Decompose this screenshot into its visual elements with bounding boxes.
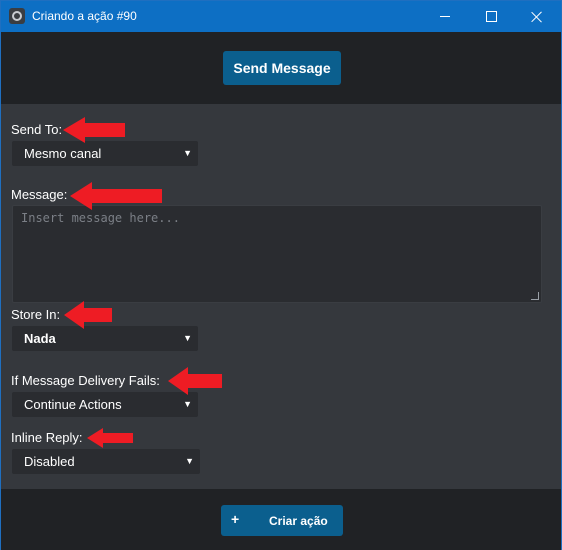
- dropdown-arrow-icon: ▼: [183, 333, 192, 343]
- maximize-icon: [485, 11, 497, 22]
- action-header-panel: Send Message: [1, 32, 561, 104]
- close-icon: [531, 11, 543, 23]
- send-to-value: Mesmo canal: [24, 146, 102, 161]
- send-to-select[interactable]: Mesmo canal ▼: [12, 141, 198, 166]
- dropdown-arrow-icon: ▼: [185, 456, 194, 466]
- send-message-button[interactable]: Send Message: [223, 51, 341, 85]
- message-textarea[interactable]: Insert message here...: [12, 205, 542, 303]
- store-in-value: Nada: [24, 331, 56, 346]
- annotation-arrow-icon: [64, 301, 112, 329]
- store-in-label: Store In:: [11, 307, 61, 322]
- minimize-icon: [440, 16, 450, 17]
- annotation-arrow-icon: [63, 117, 125, 143]
- dropdown-arrow-icon: ▼: [183, 399, 192, 409]
- message-label: Message:: [11, 187, 68, 202]
- app-window: Criando a ação #90 Send Message Send To:…: [0, 0, 562, 550]
- send-to-label: Send To:: [11, 122, 63, 137]
- delivery-fails-select[interactable]: Continue Actions ▼: [12, 392, 198, 417]
- create-action-button[interactable]: + Criar ação: [221, 505, 343, 536]
- app-icon: [9, 8, 25, 24]
- create-action-label: Criar ação: [269, 514, 328, 528]
- inline-reply-value: Disabled: [24, 454, 75, 469]
- annotation-arrow-icon: [168, 367, 222, 395]
- dropdown-arrow-icon: ▼: [183, 148, 192, 158]
- title-bar[interactable]: Criando a ação #90: [1, 1, 561, 32]
- footer-panel: + Criar ação: [1, 489, 561, 550]
- resize-grip-icon[interactable]: [531, 292, 539, 300]
- close-button[interactable]: [514, 1, 560, 32]
- action-form: Send To: Mesmo canal ▼ Message: Insert m…: [1, 104, 561, 489]
- inline-reply-select[interactable]: Disabled ▼: [12, 449, 200, 474]
- maximize-button[interactable]: [468, 1, 514, 32]
- annotation-arrow-icon: [87, 428, 133, 448]
- annotation-arrow-icon: [70, 182, 162, 210]
- delivery-fails-label: If Message Delivery Fails:: [11, 373, 160, 388]
- delivery-fails-value: Continue Actions: [24, 397, 122, 412]
- window-title: Criando a ação #90: [32, 9, 137, 23]
- store-in-select[interactable]: Nada ▼: [12, 326, 198, 351]
- message-placeholder: Insert message here...: [21, 211, 180, 225]
- plus-icon: +: [231, 511, 240, 527]
- minimize-button[interactable]: [422, 1, 468, 32]
- inline-reply-label: Inline Reply:: [11, 430, 83, 445]
